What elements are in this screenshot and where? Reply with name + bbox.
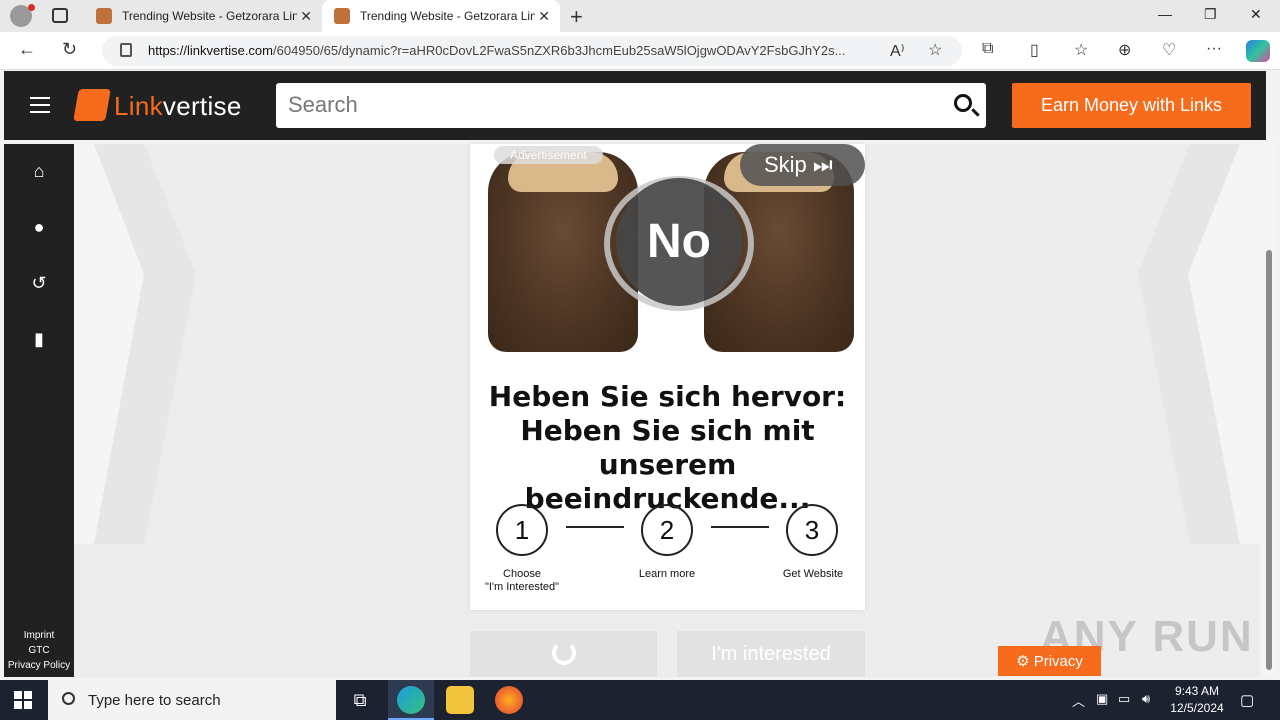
browser-essentials-icon[interactable]: ♡: [1162, 40, 1176, 60]
tab-title: Trending Website - Getzorara Link: [360, 9, 535, 23]
maximize-icon[interactable]: ❐: [1204, 6, 1217, 23]
new-tab-icon[interactable]: +: [570, 4, 583, 30]
tab-actions-icon[interactable]: [52, 8, 68, 23]
tray-device-icon[interactable]: ▣: [1096, 691, 1108, 707]
more-menu-icon[interactable]: ···: [1206, 40, 1222, 58]
step-1-label: Choose "I'm Interested": [484, 568, 560, 593]
favorites-icon[interactable]: ☆: [1074, 40, 1088, 60]
ad-headline: Heben Sie sich hervor: Heben Sie sich mi…: [488, 380, 847, 515]
advertisement-label: Advertisement: [494, 146, 603, 164]
skip-button[interactable]: Skip ⏭: [740, 144, 865, 186]
tray-expand-icon[interactable]: ︿: [1072, 691, 1085, 710]
step-3-label: Get Website: [782, 568, 844, 580]
search-icon[interactable]: [954, 94, 972, 112]
step-2-label: Learn more: [638, 568, 696, 580]
back-icon[interactable]: ←: [18, 39, 36, 60]
browser-tab-1[interactable]: Trending Website - Getzorara Link ✕: [84, 0, 322, 32]
hamburger-menu-icon[interactable]: [30, 97, 50, 113]
read-aloud-icon[interactable]: A⁾: [890, 41, 905, 61]
taskbar-search[interactable]: Type here to search: [48, 680, 336, 720]
ad-card: Advertisement Skip ⏭ No Heben Sie sich h…: [470, 144, 865, 610]
refresh-icon[interactable]: ↻: [62, 39, 77, 60]
imprint-link[interactable]: Imprint: [4, 628, 74, 643]
edge-icon[interactable]: [397, 686, 425, 714]
close-tab-icon[interactable]: ✕: [300, 8, 312, 25]
step-connector: [566, 526, 624, 528]
firefox-icon[interactable]: [495, 686, 523, 714]
network-icon[interactable]: ▭: [1118, 691, 1130, 707]
search-input[interactable]: [288, 91, 928, 119]
tab-title: Trending Website - Getzorara Link: [122, 9, 297, 23]
browser-tab-2[interactable]: Trending Website - Getzorara Link ✕: [322, 0, 560, 32]
collections-icon[interactable]: ⊕: [1118, 40, 1131, 60]
reload-button[interactable]: [470, 631, 657, 677]
step-1-circle: 1: [496, 504, 548, 556]
linkvertise-logo[interactable]: Linkvertise: [114, 91, 242, 122]
split-screen-icon[interactable]: ▯: [1030, 40, 1039, 60]
browser-toolbar: ← ↻ https://linkvertise.com/604950/65/dy…: [0, 32, 1280, 70]
privacy-button[interactable]: ⚙ Privacy: [998, 646, 1101, 676]
volume-icon[interactable]: 🔊︎: [1142, 691, 1150, 707]
search-icon: [62, 692, 75, 705]
sidebar-footer: Imprint GTC Privacy Policy: [4, 628, 74, 673]
system-clock[interactable]: 9:43 AM 12/5/2024: [1160, 683, 1234, 717]
browser-tab-strip: Trending Website - Getzorara Link ✕ Tren…: [0, 0, 1280, 32]
home-icon[interactable]: ⌂: [30, 162, 48, 180]
notification-center-icon[interactable]: ▢: [1240, 691, 1254, 709]
favorite-star-icon[interactable]: ☆: [928, 40, 942, 60]
taskbar-search-placeholder: Type here to search: [88, 692, 221, 709]
notification-dot: [28, 4, 35, 11]
close-window-icon[interactable]: ✕: [1250, 6, 1262, 23]
earn-money-button[interactable]: Earn Money with Links: [1012, 83, 1251, 128]
linkvertise-favicon-icon: [334, 8, 350, 24]
ad-image[interactable]: Advertisement Skip ⏭ No: [482, 144, 865, 354]
user-icon[interactable]: ●: [30, 218, 48, 236]
step-2-circle: 2: [641, 504, 693, 556]
gear-icon: ⚙: [1016, 653, 1030, 670]
skip-icon: ⏭: [812, 152, 833, 177]
linkvertise-logo-icon[interactable]: [73, 89, 111, 121]
address-bar[interactable]: https://linkvertise.com/604950/65/dynami…: [102, 36, 962, 66]
no-badge[interactable]: No: [604, 176, 754, 311]
site-header: Linkvertise Earn Money with Links: [4, 71, 1266, 140]
im-interested-button[interactable]: I'm interested: [677, 631, 865, 677]
sidebar: ⌂ ● ↺ ▮ Imprint GTC Privacy Policy: [4, 144, 74, 677]
scroll-thumb[interactable]: [1266, 250, 1272, 670]
lock-icon: [120, 43, 132, 57]
linkvertise-favicon-icon: [96, 8, 112, 24]
copilot-icon[interactable]: [1246, 40, 1270, 62]
step-connector: [711, 526, 769, 528]
privacy-policy-link[interactable]: Privacy Policy: [4, 658, 74, 673]
reload-icon: [552, 641, 576, 665]
windows-start-icon[interactable]: [14, 691, 32, 709]
minimize-icon[interactable]: —: [1158, 6, 1172, 22]
bookmark-icon[interactable]: ▮: [30, 330, 48, 348]
step-3-circle: 3: [786, 504, 838, 556]
file-explorer-icon[interactable]: [446, 686, 474, 714]
site-search: [276, 83, 986, 128]
task-view-icon[interactable]: ⧉: [346, 686, 374, 714]
page-scrollbar[interactable]: [1262, 140, 1276, 677]
gtc-link[interactable]: GTC: [4, 643, 74, 658]
extensions-icon[interactable]: ⧉: [982, 40, 993, 58]
windows-taskbar: Type here to search ⧉ ︿ ▣ ▭ 🔊︎ 9:43 AM 1…: [0, 680, 1280, 720]
close-tab-icon[interactable]: ✕: [538, 8, 550, 25]
url-text: https://linkvertise.com/604950/65/dynami…: [148, 43, 846, 58]
history-icon[interactable]: ↺: [30, 274, 48, 292]
